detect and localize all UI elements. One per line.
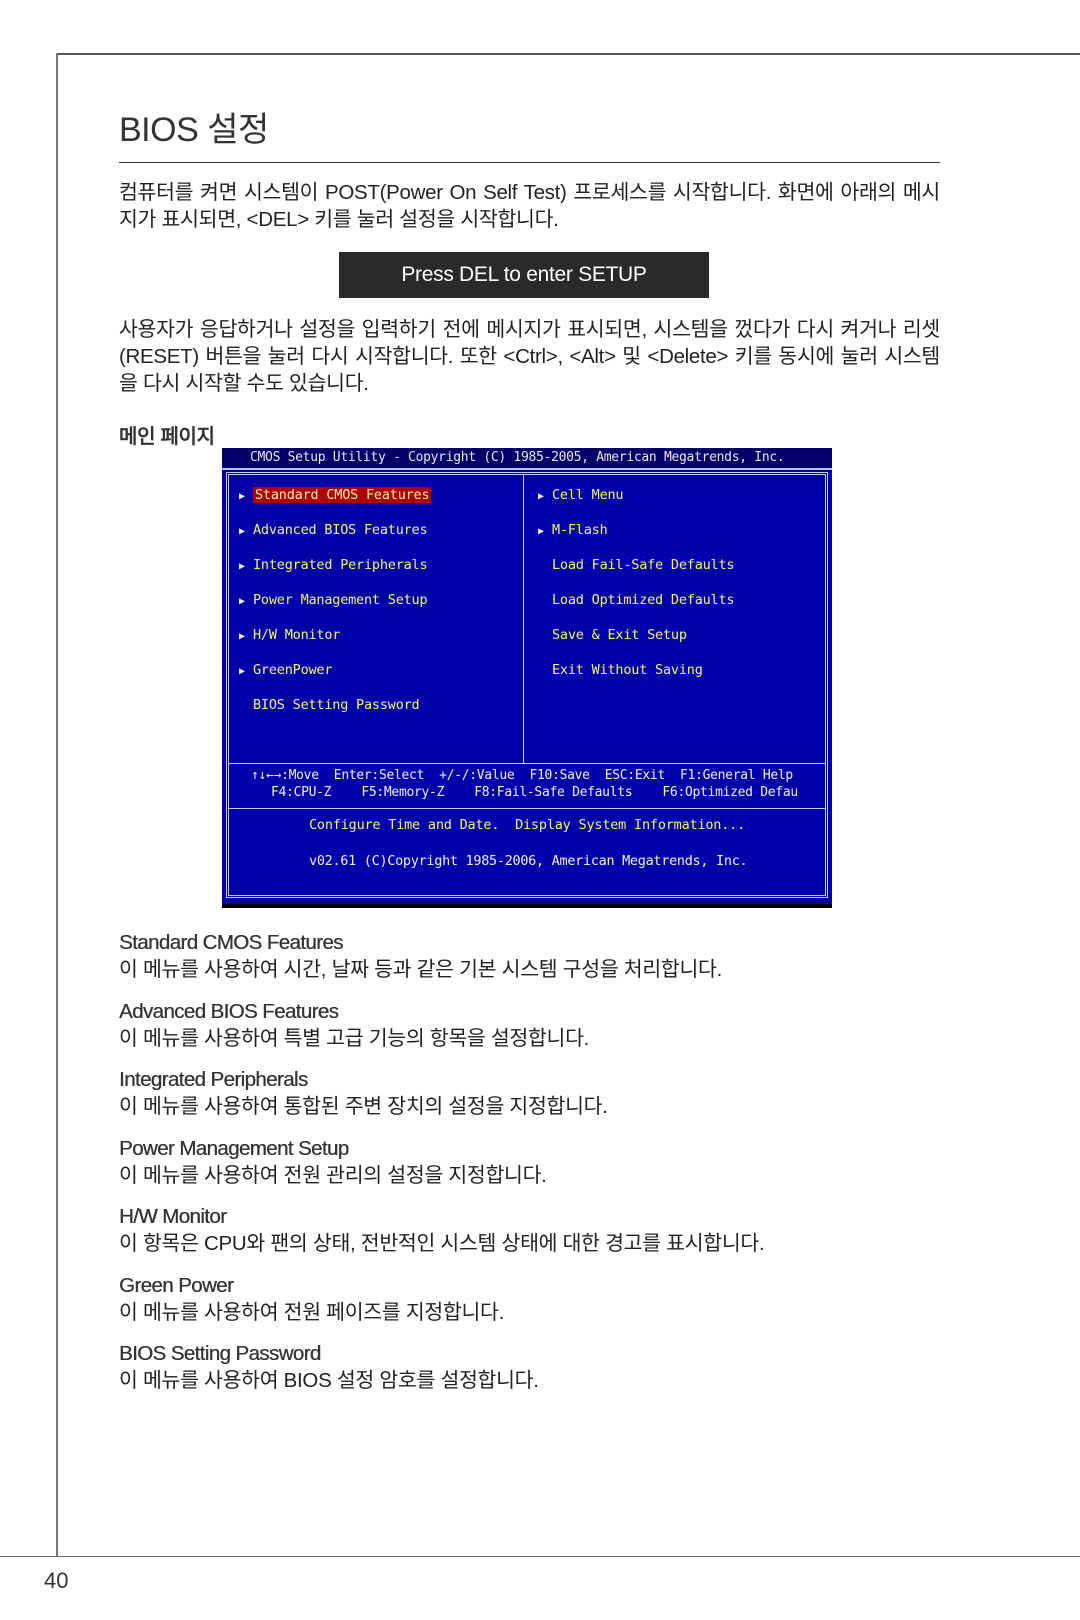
bios-menu-item-label: Exit Without Saving [552,662,703,678]
page-frame-left-rule [56,53,58,1557]
page-frame-bottom-rule [0,1556,1080,1557]
bios-menu-item-label: H/W Monitor [253,627,341,643]
description-entry-advanced-bios-features: Advanced BIOS Features 이 메뉴를 사용하여 특별 고급 기… [119,999,589,1053]
description-title: Integrated Peripherals [119,1068,308,1091]
description-text: 이 메뉴를 사용하여 특별 고급 기능의 항목을 설정합니다. [119,1026,590,1050]
bios-menu-item-save-exit-setup[interactable]: Save & Exit Setup [538,625,687,645]
submenu-arrow-icon: ▶ [538,491,544,502]
title-divider [119,162,940,163]
bios-menu-item-label: Standard CMOS Features [253,487,432,503]
bios-help-line-2: F4:CPU-Z F5:Memory-Z F8:Fail-Safe Defaul… [271,785,798,800]
bios-item-description: Configure Time and Date. Display System … [309,817,746,833]
bios-header-bar: CMOS Setup Utility - Copyright (C) 1985-… [222,448,832,470]
bios-menu-item-power-management-setup[interactable]: ▶ Power Management Setup [239,590,428,610]
description-title: BIOS Setting Password [119,1342,321,1365]
description-text: 이 메뉴를 사용하여 통합된 주변 장치의 설정을 지정합니다. [119,1095,608,1118]
bios-menu-item-bios-setting-password[interactable]: BIOS Setting Password [239,695,420,715]
submenu-arrow-icon: ▶ [239,631,245,642]
submenu-arrow-icon: ▶ [239,596,245,607]
description-title: Power Management Setup [119,1136,349,1160]
bios-menu-item-load-optimized-defaults[interactable]: Load Optimized Defaults [538,590,735,610]
bios-version-line: v02.61 (C)Copyright 1985-2006, American … [309,853,748,869]
bios-menu-item-integrated-peripherals[interactable]: ▶ Integrated Peripherals [239,555,428,575]
bios-menu-item-label: Power Management Setup [253,592,428,608]
submenu-arrow-icon: ▶ [239,561,245,572]
bios-menu-item-exit-without-saving[interactable]: Exit Without Saving [538,660,703,680]
page-title: BIOS 설정 [119,111,269,149]
bios-menu-item-label: Cell Menu [552,487,624,503]
description-entry-h-w-monitor: H/W Monitor 이 항목은 CPU와 팬의 상태, 전반적인 시스템 상태… [119,1204,765,1258]
bios-menu-item-label: Load Optimized Defaults [552,592,735,608]
bios-menu-item-m-flash[interactable]: ▶ M-Flash [538,520,608,540]
bios-menu-item-label: GreenPower [253,662,333,678]
description-title: Standard CMOS Features [119,931,343,954]
bios-menu-item-standard-cmos-features[interactable]: ▶ Standard CMOS Features [239,485,432,505]
bios-frame: ▶ Standard CMOS Features ▶ Advanced BIOS Fe… [226,472,828,898]
bios-menu-item-advanced-bios-features[interactable]: ▶ Advanced BIOS Features [239,520,428,540]
bios-help-line-1: ↑↓←→:Move Enter:Select +/-/:Value F10:Sa… [251,768,793,783]
bios-menu-item-label: Load Fail-Safe Defaults [552,557,735,573]
description-entry-standard-cmos-features: Standard CMOS Features 이 메뉴를 사용하여 시간, 날짜 … [119,930,722,984]
bios-menu-item-load-fail-safe-defaults[interactable]: Load Fail-Safe Defaults [538,555,735,575]
bios-screenshot: CMOS Setup Utility - Copyright (C) 1985-… [222,448,832,904]
description-text: 이 메뉴를 사용하여 전원 페이즈를 지정합니다. [119,1300,505,1324]
bios-menu-item-label: Integrated Peripherals [253,557,428,573]
description-entry-green-power: Green Power 이 메뉴를 사용하여 전원 페이즈를 지정합니다. [119,1273,504,1327]
description-title: H/W Monitor [119,1205,227,1228]
bios-menu-item-label: M-Flash [552,522,608,538]
description-text: 이 메뉴를 사용하여 BIOS 설정 암호를 설정합니다. [119,1369,539,1392]
restart-paragraph: 사용자가 응답하거나 설정을 입력하기 전에 메시지가 표시되면, 시스템을 껐… [119,318,940,395]
main-page-heading: 메인 페이지 [119,426,215,448]
bios-menu-item-cell-menu[interactable]: ▶ Cell Menu [538,485,624,505]
submenu-arrow-icon: ▶ [239,666,245,677]
description-text: 이 메뉴를 사용하여 시간, 날짜 등과 같은 기본 시스템 구성을 처리합니다… [119,958,722,981]
description-title: Green Power [119,1273,234,1297]
description-text: 이 메뉴를 사용하여 전원 관리의 설정을 지정합니다. [119,1163,547,1187]
page-number: 40 [44,1568,69,1593]
bios-main-menu: ▶ Standard CMOS Features ▶ Advanced BIOS Fe… [229,475,825,764]
description-title: Advanced BIOS Features [119,999,339,1023]
intro-paragraph: 컴퓨터를 켜면 시스템이 POST(Power On Self Test) 프로… [119,181,940,231]
description-text: 이 항목은 CPU와 팬의 상태, 전반적인 시스템 상태에 대한 경고를 표시… [119,1232,765,1255]
submenu-arrow-icon: ▶ [538,526,544,537]
bios-menu-item-label: Advanced BIOS Features [253,522,428,538]
description-entry-integrated-peripherals: Integrated Peripherals 이 메뉴를 사용하여 통합된 주변 … [119,1067,608,1121]
submenu-arrow-icon: ▶ [239,491,245,502]
bios-menu-left-column: ▶ Standard CMOS Features ▶ Advanced BIOS Fe… [229,475,524,763]
description-entry-bios-setting-password: BIOS Setting Password 이 메뉴를 사용하여 BIOS 설정 … [119,1341,539,1395]
bios-menu-item-h-w-monitor[interactable]: ▶ H/W Monitor [239,625,340,645]
bios-menu-item-greenpower[interactable]: ▶ GreenPower [239,660,332,680]
bios-menu-item-label: BIOS Setting Password [253,697,420,713]
page-frame-top-rule [56,53,1080,55]
bios-key-help: ↑↓←→:Move Enter:Select +/-/:Value F10:Sa… [229,764,825,809]
page-content: BIOS 설정 컴퓨터를 켜면 시스템이 POST(Power On Self … [119,108,940,448]
bios-menu-right-column: ▶ Cell Menu ▶ M-Flash Load Fail-Safe Default… [524,475,825,763]
bios-menu-item-label: Save & Exit Setup [552,627,687,643]
press-del-message: Press DEL to enter SETUP [339,252,709,298]
submenu-arrow-icon: ▶ [239,526,245,537]
description-entry-power-management-setup: Power Management Setup 이 메뉴를 사용하여 전원 관리의 … [119,1136,547,1190]
